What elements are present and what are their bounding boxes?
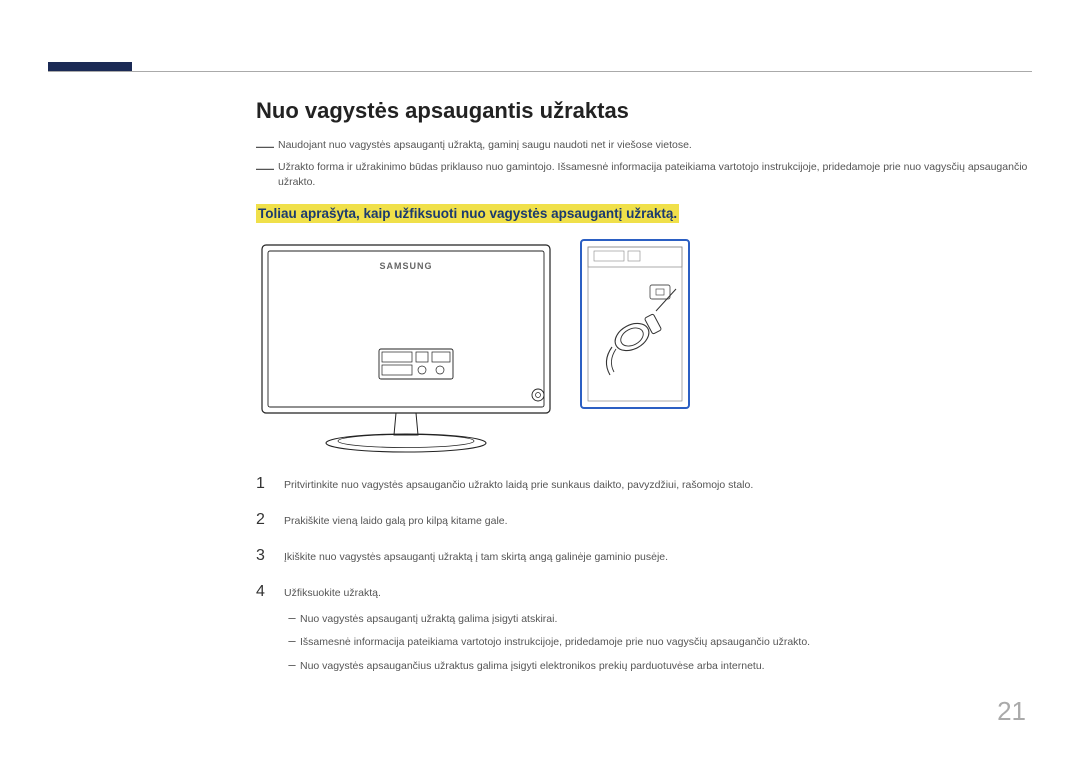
sub-dash-icon: ‒ bbox=[284, 608, 300, 628]
step-item: 1 Pritvirtinkite nuo vagystės apsauganči… bbox=[256, 475, 1032, 493]
sub-dash-icon: ‒ bbox=[284, 655, 300, 675]
step-number: 2 bbox=[256, 511, 284, 529]
svg-text:SAMSUNG: SAMSUNG bbox=[379, 261, 432, 271]
sub-bullet-item: ‒ Nuo vagystės apsaugančius užraktus gal… bbox=[284, 655, 810, 675]
highlight-line: Toliau aprašyta, kaip užfiksuoti nuo vag… bbox=[256, 205, 1032, 223]
sub-bullet-item: ‒ Nuo vagystės apsaugantį užraktą galima… bbox=[284, 608, 810, 628]
steps-list: 1 Pritvirtinkite nuo vagystės apsauganči… bbox=[256, 475, 1032, 679]
note-item: ― Užrakto forma ir užrakinimo būdas prik… bbox=[256, 160, 1032, 190]
step-item: 3 Įkiškite nuo vagystės apsaugantį užrak… bbox=[256, 547, 1032, 565]
step-text: Pritvirtinkite nuo vagystės apsaugančio … bbox=[284, 478, 753, 493]
step-number: 4 bbox=[256, 583, 284, 601]
sub-bullet-text: Nuo vagystės apsaugančius užraktus galim… bbox=[300, 659, 765, 675]
accent-bar bbox=[48, 62, 132, 71]
step-text: Prakiškite vieną laido galą pro kilpą ki… bbox=[284, 514, 508, 529]
page-number: 21 bbox=[997, 696, 1026, 727]
sub-bullets: ‒ Nuo vagystės apsaugantį užraktą galima… bbox=[284, 608, 810, 675]
sub-bullet-item: ‒ Išsamesnė informacija pateikiama varto… bbox=[284, 631, 810, 651]
sub-bullet-text: Nuo vagystės apsaugantį užraktą galima į… bbox=[300, 612, 557, 628]
note-text: Užrakto forma ir užrakinimo būdas prikla… bbox=[278, 160, 1032, 190]
step-number: 3 bbox=[256, 547, 284, 565]
step-number: 1 bbox=[256, 475, 284, 493]
lock-zoom-diagram bbox=[580, 239, 690, 409]
section-heading: Nuo vagystės apsaugantis užraktas bbox=[256, 98, 1032, 124]
step-text-inner: Užfiksuokite užraktą. bbox=[284, 587, 381, 599]
note-text: Naudojant nuo vagystės apsaugantį užrakt… bbox=[278, 138, 692, 153]
step-item: 2 Prakiškite vieną laido galą pro kilpą … bbox=[256, 511, 1032, 529]
note-item: ― Naudojant nuo vagystės apsaugantį užra… bbox=[256, 138, 1032, 154]
step-text: Įkiškite nuo vagystės apsaugantį užraktą… bbox=[284, 550, 668, 565]
highlight-text: Toliau aprašyta, kaip užfiksuoti nuo vag… bbox=[256, 204, 679, 223]
sub-dash-icon: ‒ bbox=[284, 631, 300, 651]
step-text: Užfiksuokite užraktą. ‒ Nuo vagystės aps… bbox=[284, 586, 810, 678]
note-dash-icon: ― bbox=[256, 160, 274, 176]
diagram-area: SAMSUNG bbox=[256, 239, 1032, 457]
content-area: Nuo vagystės apsaugantis užraktas ― Naud… bbox=[256, 98, 1032, 685]
monitor-rear-diagram: SAMSUNG bbox=[256, 239, 556, 457]
note-dash-icon: ― bbox=[256, 138, 274, 154]
top-rule bbox=[48, 71, 1032, 72]
step-item: 4 Užfiksuokite užraktą. ‒ Nuo vagystės a… bbox=[256, 583, 1032, 678]
sub-bullet-text: Išsamesnė informacija pateikiama vartoto… bbox=[300, 635, 810, 651]
